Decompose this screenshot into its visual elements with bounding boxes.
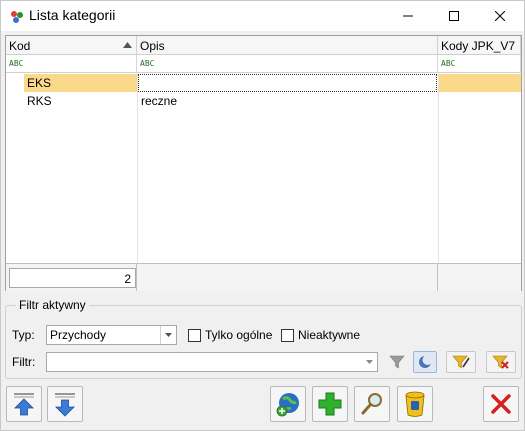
- text-filter-icon: ABC: [140, 59, 155, 68]
- funnel-edit-icon: [452, 355, 470, 369]
- cancel-button[interactable]: [483, 386, 519, 422]
- moon-filter-icon: [419, 355, 433, 368]
- clear-filter-button[interactable]: [486, 351, 516, 373]
- filter-cell-opis[interactable]: ABC: [137, 55, 438, 73]
- chevron-down-icon: [160, 326, 176, 344]
- nieaktywne-checkbox[interactable]: [281, 329, 294, 342]
- maximize-button[interactable]: [431, 1, 477, 31]
- column-header-kod[interactable]: Kod: [6, 36, 137, 55]
- maximize-icon: [449, 11, 459, 21]
- filter-mode-button[interactable]: [413, 351, 437, 373]
- column-header-label: Kod: [9, 39, 31, 53]
- move-up-button[interactable]: [6, 386, 42, 422]
- refresh-button[interactable]: [270, 386, 306, 422]
- filtr-label: Filtr:: [12, 355, 36, 369]
- arrow-down-icon: [55, 393, 75, 417]
- close-button[interactable]: [477, 1, 523, 31]
- record-count: 2: [9, 268, 136, 288]
- close-icon: [495, 11, 505, 21]
- footer-cell-kody-jpk: [438, 263, 521, 291]
- cell-kody-jpk[interactable]: [438, 74, 521, 92]
- column-header-opis[interactable]: Opis: [137, 36, 438, 55]
- column-divider: [137, 73, 138, 263]
- filter-group: Filtr aktywny Typ: Przychody Tylko ogóln…: [5, 298, 522, 379]
- nieaktywne-label: Nieaktywne: [298, 328, 361, 342]
- cell-kod[interactable]: EKS: [24, 74, 137, 92]
- filter-group-title: Filtr aktywny: [16, 298, 89, 312]
- minimize-button[interactable]: [385, 1, 431, 31]
- typ-select[interactable]: Przychody: [46, 325, 177, 345]
- app-icon: [11, 11, 23, 23]
- funnel-clear-icon: [492, 355, 509, 369]
- delete-button[interactable]: [397, 386, 433, 422]
- cell-kody-jpk[interactable]: [438, 92, 521, 110]
- cell-kod[interactable]: RKS: [24, 92, 137, 110]
- typ-label: Typ:: [12, 328, 35, 342]
- filtr-input[interactable]: [46, 352, 378, 372]
- chevron-down-icon: [361, 353, 377, 371]
- apply-filter-button[interactable]: [382, 351, 412, 373]
- text-filter-icon: ABC: [9, 59, 24, 68]
- view-button[interactable]: [354, 386, 390, 422]
- filter-cell-kody-jpk[interactable]: ABC: [438, 55, 521, 73]
- table-row[interactable]: EKS: [6, 74, 521, 92]
- trash-bin-icon: [405, 391, 425, 417]
- funnel-icon: [389, 355, 405, 369]
- plus-icon: [318, 392, 342, 416]
- categories-grid: Kod Opis Kody JPK_V7 ABC ABC ABC EKS RKS…: [5, 35, 522, 291]
- cell-opis[interactable]: [138, 74, 437, 92]
- tylko-ogolne-label: Tylko ogólne: [205, 328, 273, 342]
- sort-ascending-icon: [123, 42, 132, 48]
- column-header-kody-jpk[interactable]: Kody JPK_V7: [438, 36, 521, 55]
- footer-cell-opis: [137, 263, 438, 291]
- filter-cell-kod[interactable]: ABC: [6, 55, 137, 73]
- filter-builder-button[interactable]: [446, 351, 476, 373]
- typ-select-value: Przychody: [50, 328, 107, 342]
- column-divider: [438, 73, 439, 263]
- close-icon: [491, 394, 511, 414]
- globe-refresh-icon: [276, 393, 299, 417]
- window: Lista kategorii Kod Opis Kody JPK_V7 ABC…: [0, 0, 525, 431]
- move-down-button[interactable]: [47, 386, 83, 422]
- window-title: Lista kategorii: [29, 7, 116, 23]
- column-header-label: Kody JPK_V7: [441, 39, 516, 53]
- tylko-ogolne-checkbox[interactable]: [188, 329, 201, 342]
- minimize-icon: [403, 15, 413, 17]
- arrow-up-icon: [14, 393, 34, 416]
- footer-cell-kod: 2: [6, 263, 137, 291]
- title-bar: Lista kategorii: [1, 1, 524, 31]
- text-filter-icon: ABC: [441, 59, 456, 68]
- magnifier-icon: [361, 393, 382, 415]
- table-row[interactable]: RKS reczne: [6, 92, 521, 110]
- add-button[interactable]: [312, 386, 348, 422]
- cell-opis[interactable]: reczne: [138, 92, 437, 110]
- column-header-label: Opis: [140, 39, 165, 53]
